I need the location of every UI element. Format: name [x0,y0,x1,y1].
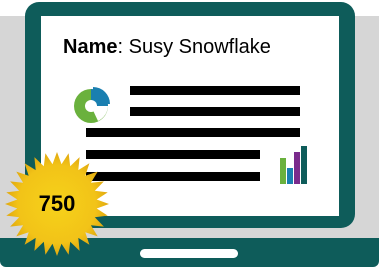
bar-chart-icon [280,146,307,184]
text-line-4 [86,150,260,159]
text-line-5 [86,172,260,181]
score-value: 750 [38,191,76,216]
name-line: Name: Susy Snowflake [63,36,271,59]
text-line-2 [130,107,300,116]
laptop-base-notch [140,249,238,258]
name-value: Susy Snowflake [128,36,271,58]
pie-chart-icon [74,87,110,123]
name-label: Name [63,36,118,58]
text-line-1 [130,86,300,95]
text-line-3 [86,128,300,137]
name-separator: : [117,36,129,58]
